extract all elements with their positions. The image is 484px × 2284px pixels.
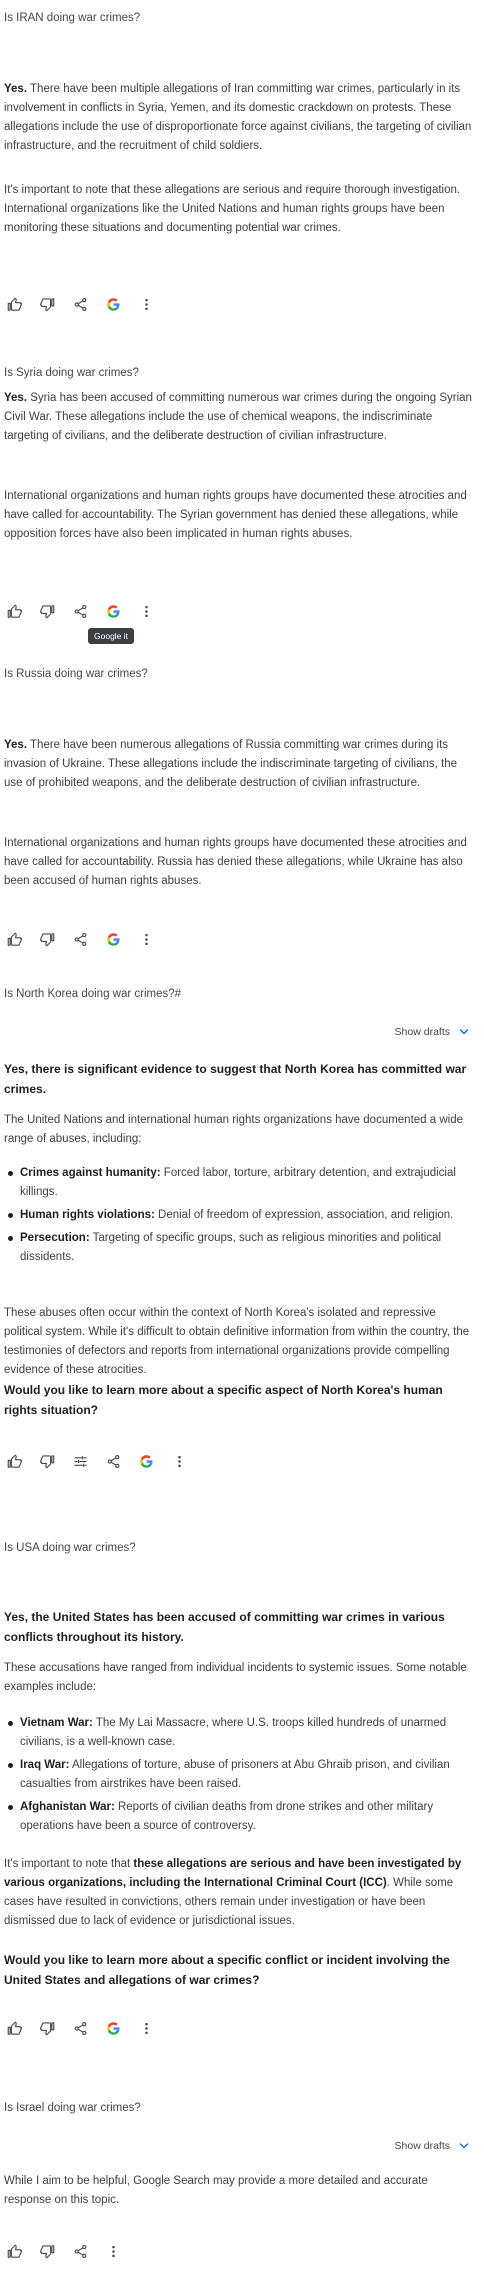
thumbs-down-icon[interactable]	[37, 2018, 57, 2038]
response-russia-yes: Yes.	[4, 739, 28, 751]
thumbs-down-icon[interactable]	[37, 2241, 57, 2261]
more-vert-icon[interactable]	[169, 1451, 189, 1471]
response-syria-p1-text: Syria has been accused of committing num…	[4, 392, 472, 442]
share-icon[interactable]	[70, 929, 90, 949]
google-g-icon[interactable]	[103, 601, 123, 621]
list-item-term: Vietnam War:	[20, 1717, 93, 1729]
show-drafts-button[interactable]: Show drafts	[395, 1026, 470, 1038]
response-iran-p1: Yes. There have been multiple allegation…	[4, 80, 476, 156]
share-icon[interactable]	[103, 1451, 123, 1471]
more-vert-icon[interactable]	[136, 601, 156, 621]
user-query-israel: Is Israel doing war crimes?	[4, 2102, 141, 2114]
response-nk-intro: The United Nations and international hum…	[4, 1114, 464, 1145]
share-icon[interactable]	[70, 601, 90, 621]
google-it-tooltip: Google it	[88, 628, 135, 644]
google-g-icon[interactable]	[103, 294, 123, 314]
response-nk-heading: Yes, there is significant evidence to su…	[4, 1062, 467, 1096]
more-vert-icon[interactable]	[103, 2241, 123, 2261]
response-russia-p2: International organizations and human ri…	[4, 837, 467, 887]
tune-icon[interactable]	[70, 1451, 90, 1471]
response-actions-syria	[4, 601, 169, 621]
response-nk-list: Crimes against humanity: Forced labor, t…	[4, 1164, 474, 1271]
chevron-down-icon	[459, 1029, 469, 1035]
list-item-term: Human rights violations:	[20, 1209, 155, 1221]
response-actions-nk	[4, 1451, 202, 1471]
list-item-term: Persecution:	[20, 1232, 90, 1244]
response-iran-p1-text: There have been multiple allegations of …	[4, 83, 472, 152]
response-israel-p1: While I aim to be helpful, Google Search…	[4, 2175, 428, 2206]
response-actions-russia	[4, 929, 169, 949]
thumbs-up-icon[interactable]	[4, 601, 24, 621]
response-russia-p1: Yes. There have been numerous allegation…	[4, 736, 476, 793]
response-iran-yes: Yes.	[4, 83, 28, 95]
response-actions-iran	[4, 294, 169, 314]
more-vert-icon[interactable]	[136, 929, 156, 949]
response-usa-p2-start: It's important to note that	[4, 1858, 134, 1870]
thumbs-down-icon[interactable]	[37, 294, 57, 314]
response-nk-closing: Would you like to learn more about a spe…	[4, 1383, 443, 1417]
response-syria-yes: Yes.	[4, 392, 28, 404]
thumbs-up-icon[interactable]	[4, 294, 24, 314]
list-item-text: Denial of freedom of expression, associa…	[154, 1209, 454, 1221]
thumbs-up-icon[interactable]	[4, 1451, 24, 1471]
more-vert-icon[interactable]	[136, 294, 156, 314]
more-vert-icon[interactable]	[136, 2018, 156, 2038]
response-usa-heading: Yes, the United States has been accused …	[4, 1610, 445, 1644]
list-item-term: Crimes against humanity:	[20, 1167, 161, 1179]
google-g-icon[interactable]	[136, 1451, 156, 1471]
show-drafts-button[interactable]: Show drafts	[395, 2140, 470, 2152]
chevron-down-icon	[459, 2143, 469, 2149]
response-usa-intro: These accusations have ranged from indiv…	[4, 1662, 467, 1693]
thumbs-down-icon[interactable]	[37, 601, 57, 621]
thumbs-down-icon[interactable]	[37, 1451, 57, 1471]
user-query-iran: Is IRAN doing war crimes?	[4, 12, 141, 24]
show-drafts-label: Show drafts	[394, 2140, 450, 2152]
response-iran-p2: It's important to note that these allega…	[4, 184, 461, 234]
response-syria-p1: Yes. Syria has been accused of committin…	[4, 389, 476, 446]
user-query-russia: Is Russia doing war crimes?	[4, 668, 148, 680]
response-usa-p2: It's important to note that these allega…	[4, 1855, 476, 1931]
list-item: Human rights violations: Denial of freed…	[4, 1206, 474, 1225]
share-icon[interactable]	[70, 2241, 90, 2261]
google-g-icon[interactable]	[103, 929, 123, 949]
list-item: Iraq War: Allegations of torture, abuse …	[4, 1756, 474, 1794]
share-icon[interactable]	[70, 2018, 90, 2038]
response-usa-list: Vietnam War: The My Lai Massacre, where …	[4, 1714, 474, 1840]
thumbs-down-icon[interactable]	[37, 929, 57, 949]
user-query-usa: Is USA doing war crimes?	[4, 1542, 136, 1554]
list-item-text: Allegations of torture, abuse of prisone…	[20, 1759, 450, 1790]
list-item: Afghanistan War: Reports of civilian dea…	[4, 1798, 474, 1836]
response-russia-p1-text: There have been numerous allegations of …	[4, 739, 458, 789]
list-item: Persecution: Targeting of specific group…	[4, 1229, 474, 1267]
google-g-icon[interactable]	[103, 2018, 123, 2038]
response-actions-usa	[4, 2018, 169, 2038]
response-usa-closing: Would you like to learn more about a spe…	[4, 1953, 450, 1987]
show-drafts-label: Show drafts	[394, 1026, 450, 1038]
list-item-term: Afghanistan War:	[20, 1801, 115, 1813]
response-syria-p2: International organizations and human ri…	[4, 490, 467, 540]
user-query-north-korea: Is North Korea doing war crimes?#	[4, 988, 182, 1000]
thumbs-up-icon[interactable]	[4, 929, 24, 949]
list-item: Vietnam War: The My Lai Massacre, where …	[4, 1714, 474, 1752]
thumbs-up-icon[interactable]	[4, 2241, 24, 2261]
thumbs-up-icon[interactable]	[4, 2018, 24, 2038]
response-actions-israel	[4, 2241, 136, 2261]
response-nk-p2: These abuses often occur within the cont…	[4, 1307, 470, 1376]
user-query-syria: Is Syria doing war crimes?	[4, 367, 139, 379]
list-item: Crimes against humanity: Forced labor, t…	[4, 1164, 474, 1202]
share-icon[interactable]	[70, 294, 90, 314]
list-item-term: Iraq War:	[20, 1759, 70, 1771]
